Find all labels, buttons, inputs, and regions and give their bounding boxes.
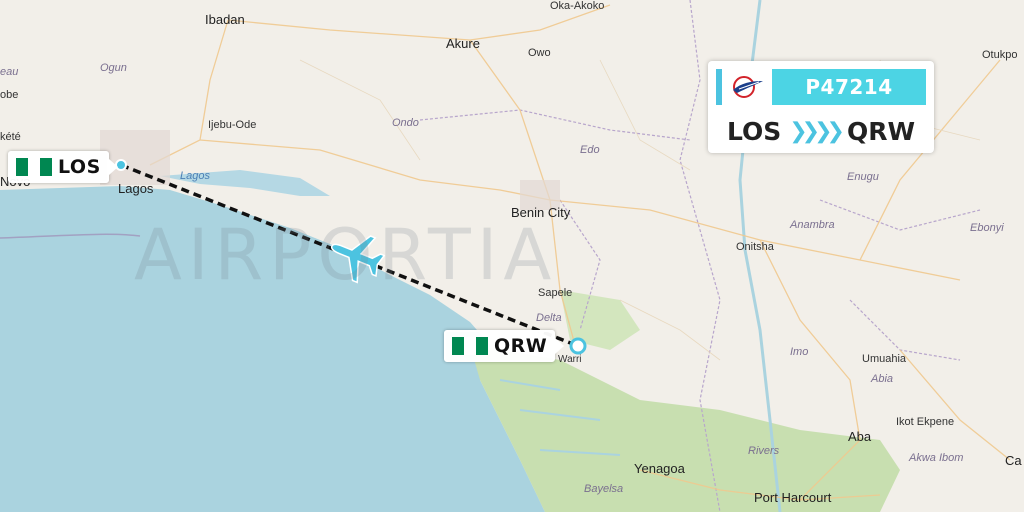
watermark: AIRPORTIA — [134, 214, 558, 296]
place-owo: Owo — [528, 47, 551, 59]
route-arrow-icon: ❯❯❯❯ — [789, 118, 845, 144]
label-pointer — [108, 159, 118, 175]
place-akwa-ibom: Akwa Ibom — [909, 452, 964, 464]
airline-logo-icon — [716, 69, 772, 105]
place-benin-city: Benin City — [511, 205, 571, 220]
place-ibadan: Ibadan — [205, 12, 245, 27]
place-ikot-ekpene: Ikot Ekpene — [896, 416, 955, 428]
place-obe: obe — [0, 89, 19, 101]
destination-code: QRW — [494, 335, 548, 357]
place-bayelsa: Bayelsa — [584, 483, 624, 495]
label-pointer — [555, 338, 565, 354]
destination-airport-label[interactable]: QRW — [444, 330, 565, 362]
place-umuahia: Umuahia — [862, 353, 907, 365]
destination-marker — [569, 337, 587, 355]
place-onitsha: Onitsha — [736, 241, 774, 253]
place-enugu: Enugu — [847, 171, 879, 183]
place-rivers: Rivers — [748, 445, 780, 457]
place-warri: Warri — [558, 354, 582, 365]
place-ijebu-ode: Ijebu-Ode — [208, 119, 257, 131]
place-edo: Edo — [580, 144, 600, 156]
place-kete: kété — [0, 131, 21, 143]
place-ebonyi: Ebonyi — [970, 222, 1004, 234]
place-delta: Delta — [536, 312, 562, 324]
place-akure: Akure — [446, 36, 480, 51]
route-summary: LOS ❯❯❯❯ QRW — [708, 111, 934, 151]
place-otukpo: Otukpo — [982, 49, 1018, 61]
place-ogun: Ogun — [100, 62, 127, 74]
origin-airport-label[interactable]: LOS — [8, 151, 118, 183]
place-abia: Abia — [871, 373, 894, 385]
place-lagos: Lagos — [118, 181, 154, 196]
place-sapele: Sapele — [538, 287, 573, 299]
place-lagos-lagoon: Lagos — [180, 170, 210, 182]
place-port-harcourt: Port Harcourt — [754, 490, 832, 505]
place-imo: Imo — [790, 346, 809, 358]
flight-number: P47214 — [772, 69, 926, 105]
place-anambra: Anambra — [790, 219, 835, 231]
route-origin: LOS — [726, 116, 782, 146]
nigeria-flag-icon — [452, 337, 488, 355]
place-ca: Ca — [1005, 453, 1022, 468]
origin-code: LOS — [58, 156, 101, 178]
route-destination: QRW — [846, 116, 916, 146]
place-yenagoa: Yenagoa — [634, 461, 685, 476]
place-aba: Aba — [848, 429, 872, 444]
place-oka-akoko: Oka-Akoko — [550, 0, 605, 12]
place-ondo: Ondo — [392, 117, 419, 129]
place-eau: eau — [0, 66, 19, 78]
flight-info-card[interactable]: P47214 LOS ❯❯❯❯ QRW — [708, 61, 934, 153]
nigeria-flag-icon — [16, 158, 52, 176]
